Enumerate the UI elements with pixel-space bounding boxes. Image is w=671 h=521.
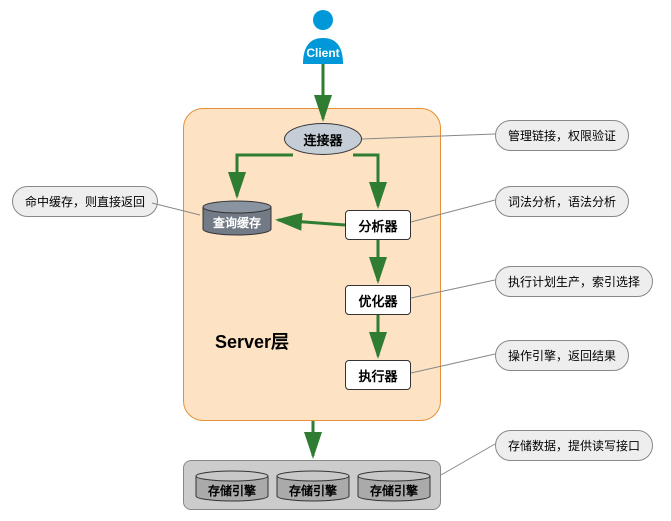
callout-executor: 操作引擎，返回结果 [495,340,629,371]
storage-engine-3-label: 存储引擎 [357,482,431,499]
storage-engine-2-label: 存储引擎 [276,482,350,499]
node-executor-label: 执行器 [358,366,397,385]
storage-engine-2: 存储引擎 [276,470,350,502]
callout-storage: 存储数据，提供读写接口 [495,430,653,461]
callout-analyzer: 词法分析，语法分析 [495,186,629,217]
client-label: Client [298,46,348,60]
node-connector-label: 连接器 [303,130,342,149]
callout-optimizer: 执行计划生产，索引选择 [495,266,653,297]
node-analyzer: 分析器 [345,210,411,240]
storage-engine-3: 存储引擎 [357,470,431,502]
client-icon: Client [298,8,348,64]
node-connector: 连接器 [284,123,362,155]
callout-cache: 命中缓存，则直接返回 [12,186,158,217]
server-layer-title: Server层 [215,328,289,354]
callout-connector: 管理链接，权限验证 [495,120,629,151]
node-cache-label: 查询缓存 [202,214,272,231]
node-cache: 查询缓存 [202,200,272,236]
storage-engine-1-label: 存储引擎 [195,482,269,499]
node-analyzer-label: 分析器 [358,216,397,235]
storage-engine-1: 存储引擎 [195,470,269,502]
node-optimizer-label: 优化器 [358,291,397,310]
node-executor: 执行器 [345,360,411,390]
node-optimizer: 优化器 [345,285,411,315]
